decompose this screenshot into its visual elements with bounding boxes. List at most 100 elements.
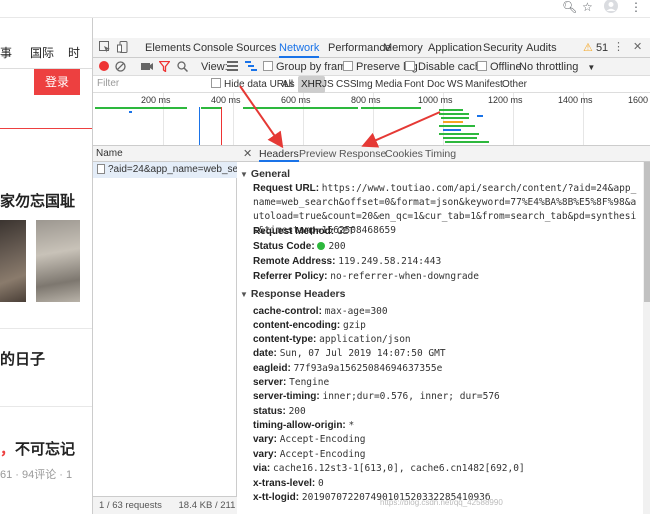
list-icon xyxy=(227,61,238,71)
clear-button[interactable] xyxy=(115,58,126,76)
filter-button[interactable] xyxy=(158,58,171,76)
timeline-bar xyxy=(439,109,463,111)
filter-type-img[interactable]: Img xyxy=(356,76,373,93)
tab-audits[interactable]: Audits xyxy=(526,38,557,58)
record-button[interactable] xyxy=(99,58,109,76)
tab-headers[interactable]: Headers xyxy=(259,146,299,162)
timeline-bar xyxy=(201,107,221,109)
filter-type-ws[interactable]: WS xyxy=(447,76,463,93)
warning-counter[interactable]: ⚠ 51 xyxy=(583,38,608,58)
header-key: cache-control: xyxy=(253,306,322,317)
filter-type-all[interactable]: All xyxy=(282,76,293,93)
view-label: View: xyxy=(201,61,228,73)
tab-performance[interactable]: Performance xyxy=(328,38,391,58)
nav-item[interactable]: 事 xyxy=(0,44,12,61)
tab-memory[interactable]: Memory xyxy=(383,38,423,58)
section-general[interactable]: ▼ General xyxy=(240,168,290,180)
offline-checkbox[interactable]: Offline xyxy=(477,58,522,76)
timeline-bar xyxy=(129,111,132,113)
article-headline[interactable]: 家勿忘国耻 xyxy=(0,190,75,211)
more-options-icon[interactable]: ⋮ xyxy=(613,40,624,53)
detail-tabbar: ✕ Headers Preview Response Cookies Timin… xyxy=(237,146,650,162)
tab-cookies[interactable]: Cookies xyxy=(385,146,423,162)
scrollbar-thumb[interactable] xyxy=(644,162,650,302)
header-key: content-encoding: xyxy=(253,320,341,331)
header-row: content-encoding: gzip xyxy=(253,319,366,332)
close-icon[interactable]: ✕ xyxy=(243,146,252,162)
filter-type-doc[interactable]: Doc xyxy=(427,76,445,93)
warning-count: 51 xyxy=(595,42,609,54)
disable-cache-checkbox[interactable]: Disable cache xyxy=(405,58,487,76)
timeline-tick-label: 1200 ms xyxy=(488,95,523,105)
record-icon xyxy=(99,61,109,71)
login-button[interactable]: 登录 xyxy=(34,69,80,95)
tab-elements[interactable]: Elements xyxy=(145,38,191,58)
transfer-size: 18.4 KB / 211 KB tra xyxy=(178,500,238,511)
tab-timing[interactable]: Timing xyxy=(425,146,456,162)
header-value: max-age=300 xyxy=(324,306,388,317)
zoom-icon[interactable]: 🔍︎ xyxy=(562,0,577,14)
timeline-bar xyxy=(445,141,489,143)
header-value: * xyxy=(348,420,355,431)
camera-icon xyxy=(141,63,153,70)
screenshot-button[interactable] xyxy=(141,58,153,76)
profile-icon[interactable] xyxy=(604,0,618,16)
header-row: vary: Accept-Encoding xyxy=(253,433,365,446)
filter-type-media[interactable]: Media xyxy=(375,76,402,93)
referrer-policy-key: Referrer Policy: xyxy=(253,271,328,282)
timeline-bar xyxy=(95,107,187,109)
triangle-down-icon: ▼ xyxy=(240,170,248,179)
dom-content-loaded-marker xyxy=(199,107,200,145)
inspect-element-icon[interactable] xyxy=(99,41,111,56)
filter-input[interactable]: Filter xyxy=(95,77,203,91)
tab-preview[interactable]: Preview xyxy=(299,146,336,162)
header-key: timing-allow-origin: xyxy=(253,420,346,431)
details-scrollbar[interactable] xyxy=(643,162,650,514)
tab-network[interactable]: Network xyxy=(279,38,320,58)
tab-response[interactable]: Response xyxy=(339,146,386,162)
section-response-headers[interactable]: ▼ Response Headers xyxy=(240,288,345,300)
network-overview[interactable]: 200 ms 400 ms 600 ms 800 ms 1000 ms 1200… xyxy=(93,93,650,146)
chevron-down-icon: ▼ xyxy=(587,63,596,72)
tab-console[interactable]: Console xyxy=(193,38,233,58)
nav-item[interactable]: 时 xyxy=(68,44,80,61)
timeline-tick-label: 1400 ms xyxy=(558,95,593,105)
filter-type-font[interactable]: Font xyxy=(404,76,424,93)
tab-application[interactable]: Application xyxy=(428,38,482,58)
section-title: General xyxy=(250,168,291,180)
nav-item[interactable]: 国际 xyxy=(30,44,54,61)
article-headline[interactable]: 的日子 xyxy=(0,348,45,369)
header-value: Sun, 07 Jul 2019 14:07:50 GMT xyxy=(279,348,446,359)
close-devtools-icon[interactable]: ✕ xyxy=(633,40,642,53)
filter-icon xyxy=(158,60,171,73)
header-value: application/json xyxy=(319,334,411,345)
table-row[interactable]: ?aid=24&app_name=web_search... xyxy=(93,162,237,178)
remote-address: Remote Address: 119.249.58.214:443 xyxy=(253,255,441,268)
menu-icon[interactable]: ⋮ xyxy=(630,0,642,14)
column-header-name[interactable]: Name xyxy=(93,146,237,162)
search-button[interactable] xyxy=(177,58,189,76)
filter-type-other[interactable]: Other xyxy=(502,76,527,93)
device-toolbar-icon[interactable] xyxy=(117,41,129,56)
article-thumbnail[interactable] xyxy=(0,220,26,302)
header-key: server-timing: xyxy=(253,391,320,402)
throttling-select[interactable]: No throttling ▼ xyxy=(519,58,595,76)
section-title: Response Headers xyxy=(250,288,346,300)
filter-type-css[interactable]: CSS xyxy=(336,76,357,93)
group-by-frame-checkbox[interactable]: Group by frame xyxy=(263,58,352,76)
tab-sources[interactable]: Sources xyxy=(236,38,276,58)
filter-type-manifest[interactable]: Manifest xyxy=(465,76,503,93)
header-key: server: xyxy=(253,377,287,388)
devtools-panel: Elements Console Sources Network Perform… xyxy=(92,18,650,514)
filter-type-js[interactable]: JS xyxy=(322,76,334,93)
article-headline[interactable]: ，不可忘记 xyxy=(0,438,75,459)
large-rows-toggle[interactable] xyxy=(227,58,238,76)
bookmark-star-icon[interactable]: ☆ xyxy=(582,0,593,14)
article-thumbnail[interactable] xyxy=(36,220,80,302)
tab-security[interactable]: Security xyxy=(483,38,523,58)
overview-toggle[interactable] xyxy=(245,58,257,76)
divider xyxy=(0,328,92,329)
waterfall-icon xyxy=(245,61,257,71)
remote-address-key: Remote Address: xyxy=(253,256,336,267)
triangle-down-icon: ▼ xyxy=(240,290,248,299)
